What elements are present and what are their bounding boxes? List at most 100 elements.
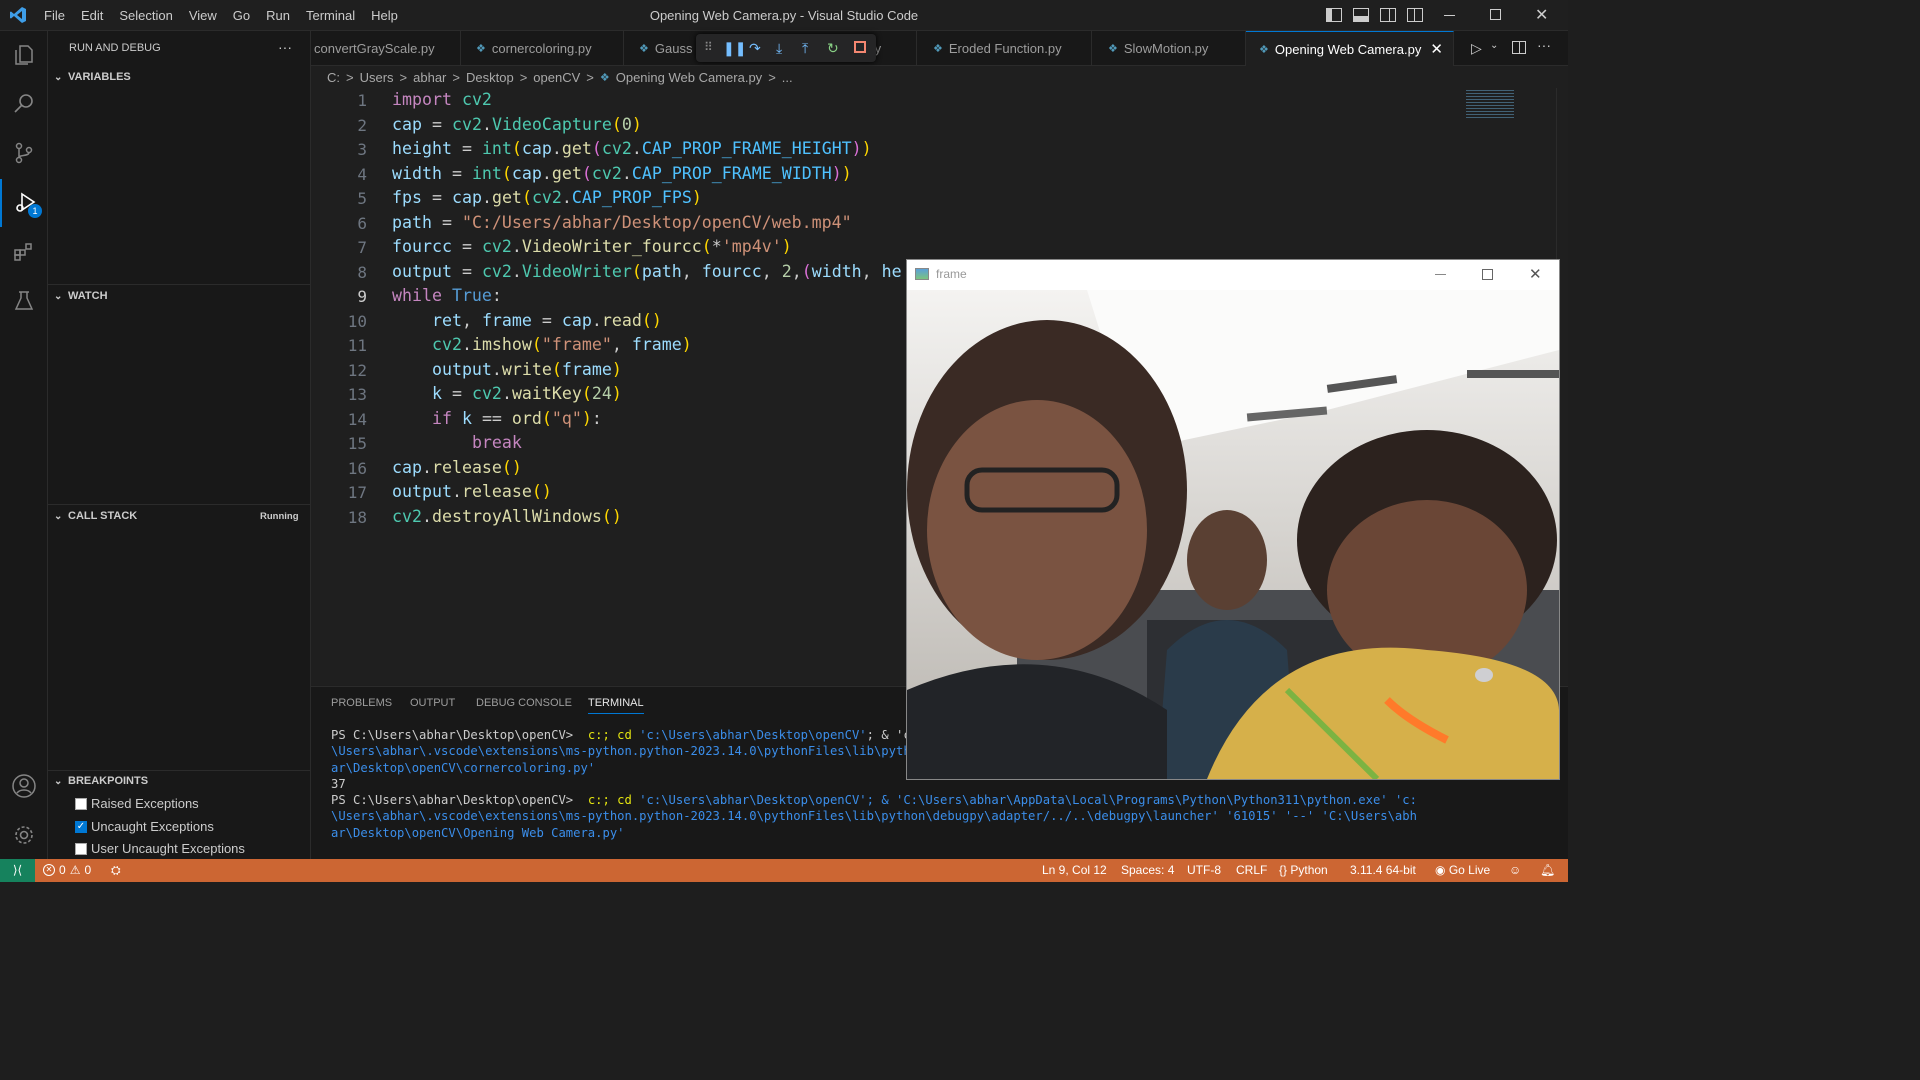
tab-problems[interactable]: PROBLEMS — [331, 697, 392, 709]
terminal-prompt: PS C:\Users\abhar\Desktop\openCV> — [331, 728, 581, 742]
line-number: 13 — [347, 385, 367, 404]
search-icon[interactable] — [0, 79, 48, 127]
code-line: output.release() — [392, 482, 552, 501]
tab-close-icon[interactable]: ✕ — [1430, 40, 1443, 58]
tab-terminal[interactable]: TERMINAL — [588, 697, 644, 714]
run-dropdown-icon[interactable]: ⌄ — [1490, 40, 1498, 51]
accounts-icon[interactable] — [0, 762, 48, 810]
breakpoint-raised[interactable]: Raised Exceptions — [75, 796, 199, 811]
source-control-icon[interactable] — [0, 129, 48, 177]
run-python-icon[interactable]: ▷ — [1471, 40, 1482, 57]
notifications-bell-icon[interactable]: 🔔︎ — [1540, 863, 1555, 877]
close-icon[interactable]: ✕ — [1535, 5, 1548, 25]
debug-status-icon[interactable]: ⛭ — [111, 863, 121, 878]
python-file-icon: ❖ — [1259, 43, 1269, 56]
run-debug-icon[interactable]: 1 — [0, 179, 48, 227]
tab-cornercoloring[interactable]: ❖ cornercoloring.py — [461, 31, 624, 66]
frame-close-icon[interactable]: ✕ — [1529, 265, 1542, 283]
problems-indicator[interactable]: ✕ 0 ⚠ 0 — [43, 863, 91, 877]
breadcrumb-item[interactable]: openCV — [533, 70, 580, 85]
chevron-down-icon: ⌄ — [54, 775, 63, 787]
minimize-icon[interactable] — [1444, 15, 1455, 16]
chevron-down-icon: ⌄ — [54, 290, 63, 302]
code-line: cv2.imshow("frame", frame) — [431, 335, 692, 354]
manage-gear-icon[interactable] — [0, 811, 48, 859]
terminal-line[interactable]: PS C:\Users\abhar\Desktop\openCV> c:; cd… — [331, 728, 911, 742]
tab-output[interactable]: OUTPUT — [410, 697, 455, 709]
tab-convertgrayscale[interactable]: convertGrayScale.py — [311, 31, 461, 66]
line-number: 11 — [347, 336, 367, 355]
checkbox[interactable] — [75, 797, 87, 810]
minimap[interactable] — [1466, 90, 1514, 118]
tab-debug-console[interactable]: DEBUG CONSOLE — [476, 697, 572, 709]
breakpoint-label: User Uncaught Exceptions — [91, 841, 245, 856]
code-line: ret, frame = cap.read() — [431, 311, 662, 330]
watch-title: WATCH — [68, 290, 108, 302]
chevron-right-icon: > — [399, 69, 408, 85]
frame-maximize-icon[interactable] — [1482, 269, 1493, 280]
step-out-icon[interactable]: ⤒ — [802, 40, 808, 57]
tab-eroded-function[interactable]: ❖ Eroded Function.py — [917, 31, 1092, 66]
breadcrumb-item[interactable]: Desktop — [466, 70, 514, 85]
code-line: if k == ord("q"): — [431, 409, 602, 428]
terminal-line[interactable]: PS C:\Users\abhar\Desktop\openCV> c:; cd… — [331, 793, 1417, 807]
indentation[interactable]: Spaces: 4 — [1121, 863, 1174, 877]
terminal-line[interactable]: \Users\abhar\.vscode\extensions\ms-pytho… — [331, 744, 911, 758]
terminal-line[interactable]: \Users\abhar\.vscode\extensions\ms-pytho… — [331, 809, 1417, 823]
stop-icon[interactable] — [854, 41, 866, 53]
watch-section[interactable]: ⌄ WATCH — [48, 285, 311, 307]
breadcrumb-item[interactable]: abhar — [413, 70, 446, 85]
sidebar-title: RUN AND DEBUG — [69, 42, 161, 54]
frame-minimize-icon[interactable] — [1435, 274, 1446, 275]
variables-section[interactable]: ⌄ VARIABLES — [48, 66, 311, 88]
terminal-line[interactable]: ar\Desktop\openCV\cornercoloring.py' — [331, 761, 595, 775]
breadcrumb-item[interactable]: Users — [360, 70, 394, 85]
breakpoint-user-uncaught[interactable]: User Uncaught Exceptions — [75, 841, 245, 856]
split-editor-icon[interactable] — [1512, 41, 1526, 54]
run-and-debug-sidebar: RUN AND DEBUG ··· ⌄ VARIABLES ⌄ WATCH ⌄ CAL… — [48, 31, 311, 859]
terminal-line[interactable]: ar\Desktop\openCV\Opening Web Camera.py' — [331, 826, 625, 840]
restart-icon[interactable]: ↻ — [827, 40, 839, 57]
breadcrumb-item[interactable]: Opening Web Camera.py — [616, 70, 762, 85]
frame-title-bar[interactable]: frame ✕ — [907, 260, 1559, 290]
terminal-line[interactable]: 37 — [331, 777, 346, 791]
debug-toolbar: ⠿ ❚❚ ↷ ⤓ ⤒ ↻ — [696, 34, 876, 62]
drag-handle-icon[interactable]: ⠿ — [704, 40, 713, 54]
opencv-frame-window[interactable]: frame ✕ — [906, 259, 1560, 780]
breakpoint-uncaught[interactable]: ✓ Uncaught Exceptions — [75, 819, 214, 834]
language-mode[interactable]: {} Python — [1279, 863, 1328, 877]
tab-label: SlowMotion.py — [1123, 41, 1209, 56]
extensions-icon[interactable] — [0, 228, 48, 276]
tab-label: Eroded Function.py — [948, 41, 1062, 56]
code-line: output.write(frame) — [431, 360, 622, 379]
title-bar: File Edit Selection View Go Run Terminal… — [0, 0, 1568, 31]
python-interpreter[interactable]: 3.11.4 64-bit — [1350, 863, 1416, 877]
checkbox[interactable] — [75, 842, 87, 855]
remote-indicator-icon[interactable]: ⟩⟨ — [0, 859, 35, 882]
end-of-line[interactable]: CRLF — [1236, 863, 1267, 877]
tab-opening-web-camera[interactable]: ❖ Opening Web Camera.py ✕ — [1246, 31, 1454, 66]
toggle-sidebar-icon[interactable] — [1326, 8, 1342, 22]
breakpoints-section[interactable]: ⌄ BREAKPOINTS — [48, 770, 311, 792]
step-into-icon[interactable]: ⤓ — [776, 40, 782, 57]
cursor-position[interactable]: Ln 9, Col 12 — [1042, 863, 1107, 877]
go-live-button[interactable]: ◉ Go Live — [1435, 863, 1490, 877]
toggle-panel-icon[interactable] — [1353, 8, 1369, 22]
testing-icon[interactable] — [0, 277, 48, 325]
toggle-secondary-sidebar-icon[interactable] — [1380, 8, 1396, 22]
pause-icon[interactable]: ❚❚ — [723, 40, 746, 57]
encoding[interactable]: UTF-8 — [1187, 863, 1221, 877]
breadcrumb-item[interactable]: C: — [327, 70, 340, 85]
explorer-icon[interactable] — [0, 31, 48, 79]
feedback-icon[interactable]: ☺ — [1509, 863, 1521, 877]
checkbox-checked[interactable]: ✓ — [75, 820, 87, 833]
customize-layout-icon[interactable] — [1407, 8, 1423, 22]
code-line: cap.release() — [392, 458, 522, 477]
code-line: width = int(cap.get(cv2.CAP_PROP_FRAME_W… — [392, 164, 852, 183]
step-over-icon[interactable]: ↷ — [749, 40, 761, 57]
breadcrumb-item[interactable]: ... — [782, 70, 793, 85]
tab-slowmotion[interactable]: ❖ SlowMotion.py — [1092, 31, 1246, 66]
more-actions-icon[interactable]: ··· — [278, 39, 292, 55]
editor-more-icon[interactable]: ··· — [1537, 37, 1551, 53]
maximize-icon[interactable] — [1490, 9, 1501, 20]
